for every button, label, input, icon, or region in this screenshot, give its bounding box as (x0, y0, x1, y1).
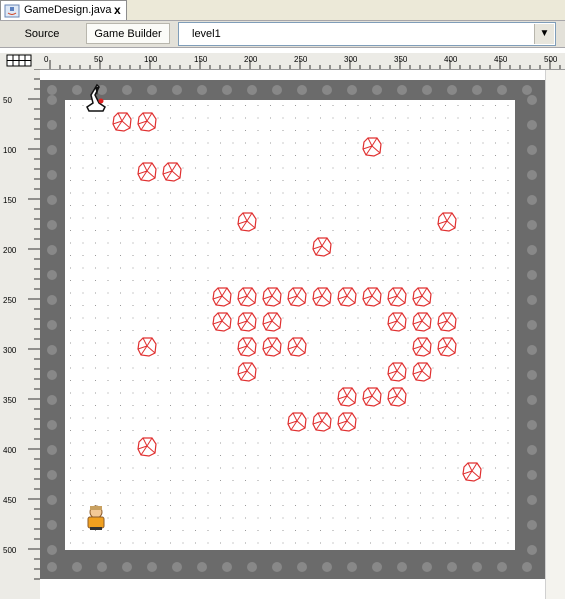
vertical-scrollbar[interactable] (545, 70, 565, 599)
rock-tile[interactable] (337, 387, 357, 407)
tab-title: GameDesign.java (24, 4, 112, 16)
rock-tile[interactable] (237, 287, 257, 307)
x-ruler-label: 400 (444, 55, 458, 64)
y-ruler-label: 450 (3, 496, 17, 505)
rock-tile[interactable] (212, 312, 232, 332)
tab-gamedesign-java[interactable]: GameDesign.java x (0, 0, 127, 20)
rock-tile[interactable] (387, 387, 407, 407)
x-ruler-label: 450 (494, 55, 508, 64)
x-ruler-label: 500 (544, 55, 558, 64)
rock-tile[interactable] (412, 312, 432, 332)
y-ruler-label: 100 (3, 146, 17, 155)
close-icon[interactable]: x (114, 3, 121, 17)
rock-tile[interactable] (462, 462, 482, 482)
rock-tile[interactable] (337, 287, 357, 307)
horizontal-ruler: 0 50 100 150 200 250 300 350 400 450 500 (40, 53, 565, 70)
java-file-icon (4, 4, 20, 18)
rock-tile[interactable] (312, 237, 332, 257)
chevron-down-icon[interactable]: ▼ (534, 24, 554, 44)
rock-tile[interactable] (287, 287, 307, 307)
rock-tile[interactable] (312, 412, 332, 432)
rock-tile[interactable] (212, 287, 232, 307)
rock-tile[interactable] (262, 312, 282, 332)
player-sprite[interactable] (87, 505, 105, 530)
rock-tile[interactable] (437, 312, 457, 332)
rock-tile[interactable] (387, 312, 407, 332)
rock-tile[interactable] (437, 337, 457, 357)
y-ruler-label: 300 (3, 346, 17, 355)
x-ruler-label: 300 (344, 55, 358, 64)
game-builder-view-button[interactable]: Game Builder (86, 23, 170, 44)
x-ruler-label: 200 (244, 55, 258, 64)
rock-tile[interactable] (237, 337, 257, 357)
rock-tile[interactable] (237, 362, 257, 382)
rock-tile[interactable] (362, 137, 382, 157)
rock-tile[interactable] (337, 412, 357, 432)
y-ruler-label: 250 (3, 296, 17, 305)
rock-tile[interactable] (262, 337, 282, 357)
rock-tile[interactable] (162, 162, 182, 182)
grid-icon (6, 54, 32, 67)
editor-tab-bar: GameDesign.java x (0, 0, 565, 21)
rock-tile[interactable] (137, 337, 157, 357)
y-ruler-label: 150 (3, 196, 17, 205)
rock-tile[interactable] (137, 437, 157, 457)
y-ruler-label: 200 (3, 246, 17, 255)
rock-tile[interactable] (412, 287, 432, 307)
vertical-ruler: 50 100 150 200 250 300 350 400 450 500 (0, 68, 41, 599)
y-ruler-label: 500 (3, 546, 17, 555)
source-view-button[interactable]: Source (10, 23, 74, 44)
rock-tile[interactable] (237, 312, 257, 332)
rock-tile[interactable] (362, 387, 382, 407)
x-ruler-label: 250 (294, 55, 308, 64)
rock-tile[interactable] (412, 337, 432, 357)
x-ruler-label: 100 (144, 55, 158, 64)
level-select[interactable]: level1 ▼ (178, 22, 556, 46)
rock-tile[interactable] (287, 412, 307, 432)
rock-tile[interactable] (237, 212, 257, 232)
scene-layer[interactable] (40, 70, 545, 599)
rock-tile[interactable] (387, 287, 407, 307)
grid-toggle-corner[interactable] (0, 53, 40, 69)
rock-tile[interactable] (287, 337, 307, 357)
rock-tile[interactable] (312, 287, 332, 307)
rock-tile[interactable] (362, 287, 382, 307)
rock-tile[interactable] (137, 112, 157, 132)
rock-tile[interactable] (262, 287, 282, 307)
x-ruler-label: 50 (94, 55, 103, 64)
rock-tile[interactable] (387, 362, 407, 382)
rock-tile[interactable] (112, 112, 132, 132)
y-ruler-label: 50 (3, 96, 12, 105)
rock-tile[interactable] (137, 162, 157, 182)
view-toolbar: Source Game Builder level1 ▼ (0, 21, 565, 48)
x-ruler-label: 150 (194, 55, 208, 64)
rock-tile[interactable] (412, 362, 432, 382)
rock-tile[interactable] (437, 212, 457, 232)
level-design-canvas[interactable] (40, 70, 545, 599)
y-ruler-label: 400 (3, 446, 17, 455)
x-ruler-label: 0 (44, 55, 49, 64)
y-ruler-label: 350 (3, 396, 17, 405)
level-select-value: level1 (192, 28, 221, 40)
x-ruler-label: 350 (394, 55, 408, 64)
